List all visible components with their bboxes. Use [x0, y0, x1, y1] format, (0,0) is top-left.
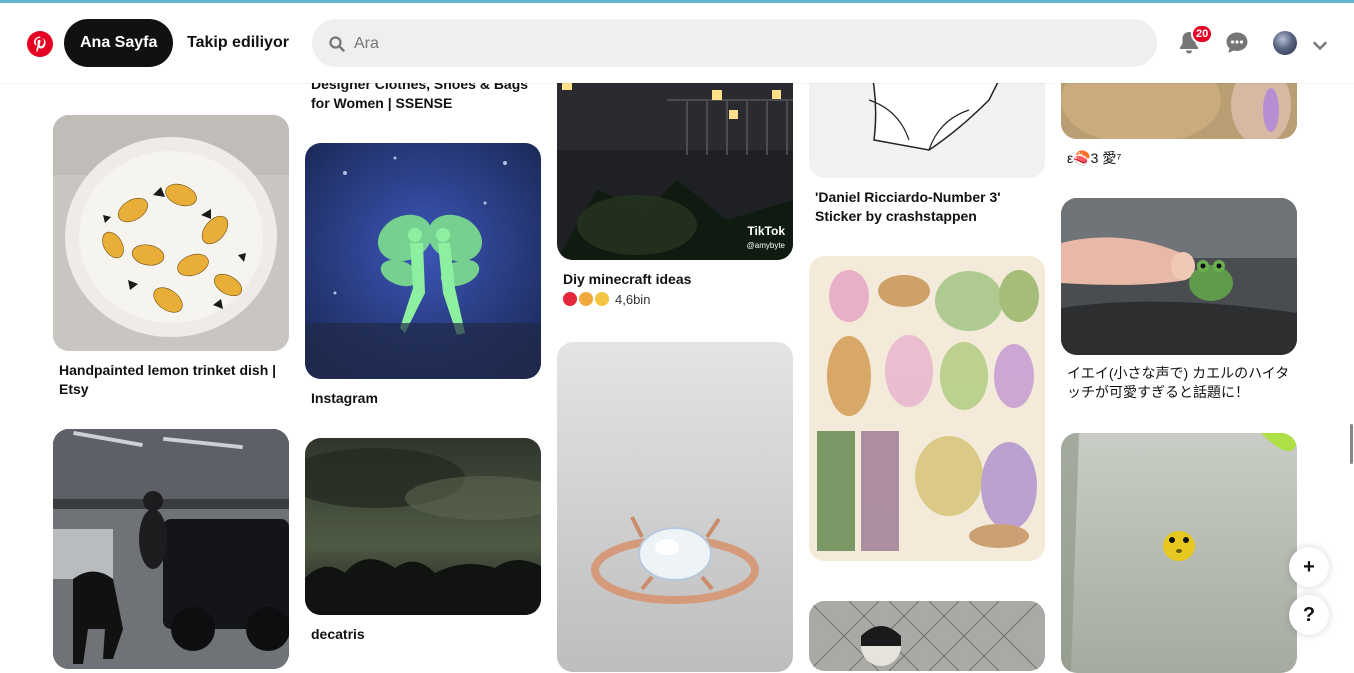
pin-title[interactable]: decatris — [311, 625, 537, 644]
reaction-count: 4,6bin — [615, 291, 651, 307]
tiktok-username: @amybyte — [746, 241, 785, 250]
top-navigation-bar: Ana Sayfa Takip ediliyor 20 — [0, 3, 1354, 83]
pin-title[interactable]: Diy minecraft ideas — [563, 270, 789, 289]
pin-title[interactable]: Handpainted lemon trinket dish | Etsy — [59, 361, 285, 399]
notification-count-badge: 20 — [1191, 24, 1214, 44]
user-avatar[interactable] — [1273, 31, 1297, 55]
pin-image-lemon-dish[interactable] — [53, 115, 289, 351]
pin-image-car-dog[interactable] — [53, 429, 289, 669]
pin-title[interactable]: イエイ(小さな声で) カエルのハイタッチが可愛すぎると話題に！ — [1067, 364, 1293, 402]
wow-reaction-icon — [579, 292, 593, 306]
pin-image-dark-sky[interactable] — [305, 438, 541, 615]
nav-home-tab[interactable]: Ana Sayfa — [64, 19, 174, 67]
messages-button[interactable] — [1221, 27, 1253, 59]
pin-title[interactable]: 'Daniel Ricciardo-Number 3' Sticker by c… — [815, 188, 1041, 226]
pin-image-ring[interactable] — [557, 342, 793, 672]
pin-image-fairies[interactable] — [305, 143, 541, 379]
thumbs-reaction-icon — [595, 292, 609, 306]
page-scrollbar[interactable] — [1350, 424, 1353, 464]
pin-image-fairy-stickers[interactable] — [809, 256, 1045, 561]
account-menu-chevron-down-icon[interactable] — [1313, 38, 1329, 51]
help-button[interactable]: ? — [1289, 595, 1329, 635]
pinterest-logo-icon[interactable] — [27, 31, 53, 57]
pin-image-yellow-fish[interactable] — [1061, 433, 1297, 673]
chat-bubble-icon — [1226, 32, 1248, 53]
search-bar[interactable] — [312, 19, 1157, 69]
plus-icon: + — [1303, 555, 1315, 578]
pin-image-fence-person[interactable] — [809, 601, 1045, 671]
search-icon — [329, 36, 345, 57]
pin-title[interactable]: Instagram — [311, 389, 537, 408]
question-mark-icon: ? — [1302, 603, 1316, 626]
pin-image-frog-finger[interactable] — [1061, 198, 1297, 355]
heart-reaction-icon — [563, 292, 577, 306]
pin-image-minecraft-lights[interactable]: TikTok @amybyte — [557, 60, 793, 260]
reaction-row[interactable]: 4,6bin — [563, 291, 650, 307]
add-pin-button[interactable]: + — [1289, 547, 1329, 587]
pin-title[interactable]: ε🍣3 愛⁷ — [1067, 149, 1293, 168]
tiktok-icon: TikTok — [747, 224, 785, 238]
search-input[interactable] — [352, 19, 1136, 69]
nav-following-tab[interactable]: Takip ediliyor — [175, 19, 301, 67]
